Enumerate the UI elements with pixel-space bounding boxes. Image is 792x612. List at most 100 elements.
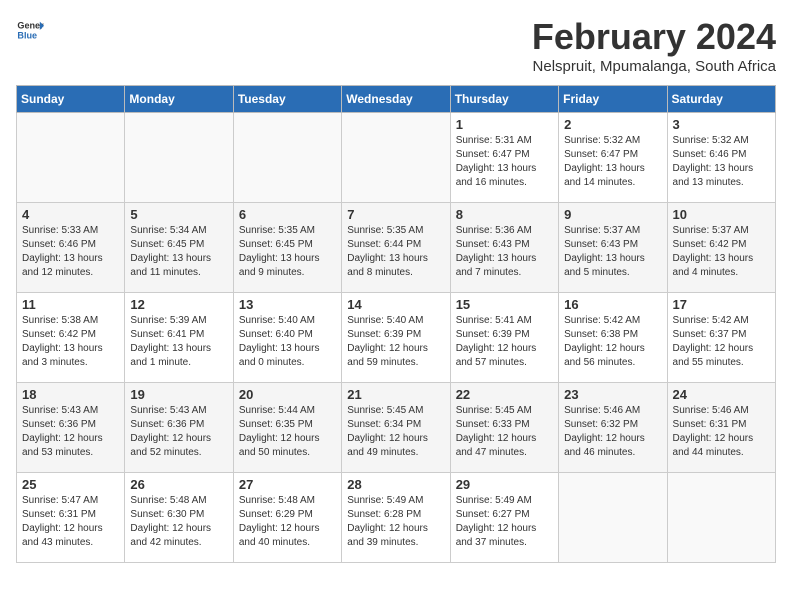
calendar-cell: 4Sunrise: 5:33 AM Sunset: 6:46 PM Daylig… xyxy=(17,203,125,293)
day-detail: Sunrise: 5:34 AM Sunset: 6:45 PM Dayligh… xyxy=(130,224,227,280)
day-number: 23 xyxy=(564,387,661,402)
day-detail: Sunrise: 5:33 AM Sunset: 6:46 PM Dayligh… xyxy=(22,224,119,280)
calendar-cell: 12Sunrise: 5:39 AM Sunset: 6:41 PM Dayli… xyxy=(125,293,233,383)
day-number: 21 xyxy=(347,387,444,402)
calendar-cell: 26 Sunrise: 5:48 AM Sunset: 6:30 PM Dayli… xyxy=(125,473,233,563)
calendar-cell: 11 Sunrise: 5:38 AM Sunset: 6:42 PM Dayli… xyxy=(17,293,125,383)
calendar-cell: 29 Sunrise: 5:49 AM Sunset: 6:27 PM Dayli… xyxy=(450,473,558,563)
day-number: 26 xyxy=(130,477,227,492)
calendar-cell: 14 Sunrise: 5:40 AM Sunset: 6:39 PM Dayli… xyxy=(342,293,450,383)
day-number: 15 xyxy=(456,297,553,312)
calendar-cell: 2 Sunrise: 5:32 AM Sunset: 6:47 PM Daylig… xyxy=(559,113,667,203)
calendar-week-row: 18 Sunrise: 5:43 AM Sunset: 6:36 PM Dayli… xyxy=(17,383,776,473)
day-detail: Sunrise: 5:44 AM Sunset: 6:35 PM Dayligh… xyxy=(239,404,336,460)
day-number: 22 xyxy=(456,387,553,402)
calendar-cell xyxy=(233,113,341,203)
calendar-cell: 19Sunrise: 5:43 AM Sunset: 6:36 PM Dayli… xyxy=(125,383,233,473)
calendar-cell: 6 Sunrise: 5:35 AM Sunset: 6:45 PM Daylig… xyxy=(233,203,341,293)
header: General Blue February 2024 Nelspruit, Mp… xyxy=(16,16,776,75)
day-detail: Sunrise: 5:42 AM Sunset: 6:37 PM Dayligh… xyxy=(673,314,770,370)
weekday-header: Saturday xyxy=(667,86,775,113)
calendar-cell: 18 Sunrise: 5:43 AM Sunset: 6:36 PM Dayli… xyxy=(17,383,125,473)
day-number: 14 xyxy=(347,297,444,312)
calendar-body: 1Sunrise: 5:31 AM Sunset: 6:47 PM Daylig… xyxy=(17,113,776,563)
day-detail: Sunrise: 5:42 AM Sunset: 6:38 PM Dayligh… xyxy=(564,314,661,370)
calendar-cell: 9 Sunrise: 5:37 AM Sunset: 6:43 PM Daylig… xyxy=(559,203,667,293)
day-detail: Sunrise: 5:35 AM Sunset: 6:45 PM Dayligh… xyxy=(239,224,336,280)
weekday-header: Thursday xyxy=(450,86,558,113)
calendar-week-row: 4Sunrise: 5:33 AM Sunset: 6:46 PM Daylig… xyxy=(17,203,776,293)
calendar-cell: 21 Sunrise: 5:45 AM Sunset: 6:34 PM Dayli… xyxy=(342,383,450,473)
weekday-header: Tuesday xyxy=(233,86,341,113)
day-detail: Sunrise: 5:32 AM Sunset: 6:47 PM Dayligh… xyxy=(564,134,661,190)
day-detail: Sunrise: 5:37 AM Sunset: 6:43 PM Dayligh… xyxy=(564,224,661,280)
day-number: 29 xyxy=(456,477,553,492)
day-detail: Sunrise: 5:40 AM Sunset: 6:39 PM Dayligh… xyxy=(347,314,444,370)
calendar-cell: 7 Sunrise: 5:35 AM Sunset: 6:44 PM Daylig… xyxy=(342,203,450,293)
calendar-cell: 27Sunrise: 5:48 AM Sunset: 6:29 PM Dayli… xyxy=(233,473,341,563)
day-detail: Sunrise: 5:39 AM Sunset: 6:41 PM Dayligh… xyxy=(130,314,227,370)
calendar-cell: 1Sunrise: 5:31 AM Sunset: 6:47 PM Daylig… xyxy=(450,113,558,203)
calendar-cell: 16 Sunrise: 5:42 AM Sunset: 6:38 PM Dayli… xyxy=(559,293,667,383)
day-detail: Sunrise: 5:48 AM Sunset: 6:30 PM Dayligh… xyxy=(130,494,227,550)
day-number: 10 xyxy=(673,207,770,222)
calendar-week-row: 11 Sunrise: 5:38 AM Sunset: 6:42 PM Dayli… xyxy=(17,293,776,383)
day-detail: Sunrise: 5:47 AM Sunset: 6:31 PM Dayligh… xyxy=(22,494,119,550)
day-detail: Sunrise: 5:43 AM Sunset: 6:36 PM Dayligh… xyxy=(22,404,119,460)
day-number: 24 xyxy=(673,387,770,402)
calendar-week-row: 25Sunrise: 5:47 AM Sunset: 6:31 PM Dayli… xyxy=(17,473,776,563)
calendar-cell: 20 Sunrise: 5:44 AM Sunset: 6:35 PM Dayli… xyxy=(233,383,341,473)
day-number: 20 xyxy=(239,387,336,402)
calendar-cell: 24 Sunrise: 5:46 AM Sunset: 6:31 PM Dayli… xyxy=(667,383,775,473)
day-detail: Sunrise: 5:31 AM Sunset: 6:47 PM Dayligh… xyxy=(456,134,553,190)
calendar-cell: 23Sunrise: 5:46 AM Sunset: 6:32 PM Dayli… xyxy=(559,383,667,473)
day-number: 9 xyxy=(564,207,661,222)
day-detail: Sunrise: 5:37 AM Sunset: 6:42 PM Dayligh… xyxy=(673,224,770,280)
calendar-cell: 8 Sunrise: 5:36 AM Sunset: 6:43 PM Daylig… xyxy=(450,203,558,293)
day-detail: Sunrise: 5:40 AM Sunset: 6:40 PM Dayligh… xyxy=(239,314,336,370)
calendar-cell xyxy=(559,473,667,563)
calendar-cell xyxy=(17,113,125,203)
day-detail: Sunrise: 5:49 AM Sunset: 6:27 PM Dayligh… xyxy=(456,494,553,550)
day-detail: Sunrise: 5:45 AM Sunset: 6:34 PM Dayligh… xyxy=(347,404,444,460)
weekday-header: Friday xyxy=(559,86,667,113)
logo-icon: General Blue xyxy=(16,16,44,44)
calendar-cell xyxy=(667,473,775,563)
calendar-cell: 3 Sunrise: 5:32 AM Sunset: 6:46 PM Daylig… xyxy=(667,113,775,203)
day-number: 13 xyxy=(239,297,336,312)
day-detail: Sunrise: 5:38 AM Sunset: 6:42 PM Dayligh… xyxy=(22,314,119,370)
weekday-header: Monday xyxy=(125,86,233,113)
day-detail: Sunrise: 5:32 AM Sunset: 6:46 PM Dayligh… xyxy=(673,134,770,190)
day-detail: Sunrise: 5:35 AM Sunset: 6:44 PM Dayligh… xyxy=(347,224,444,280)
day-number: 27 xyxy=(239,477,336,492)
calendar-table: SundayMondayTuesdayWednesdayThursdayFrid… xyxy=(16,85,776,563)
calendar-cell: 13 Sunrise: 5:40 AM Sunset: 6:40 PM Dayli… xyxy=(233,293,341,383)
day-number: 6 xyxy=(239,207,336,222)
calendar-cell: 15Sunrise: 5:41 AM Sunset: 6:39 PM Dayli… xyxy=(450,293,558,383)
day-number: 17 xyxy=(673,297,770,312)
calendar-cell: 22Sunrise: 5:45 AM Sunset: 6:33 PM Dayli… xyxy=(450,383,558,473)
title-area: February 2024 Nelspruit, Mpumalanga, Sou… xyxy=(532,16,776,75)
day-number: 19 xyxy=(130,387,227,402)
calendar-cell: 17 Sunrise: 5:42 AM Sunset: 6:37 PM Dayli… xyxy=(667,293,775,383)
day-detail: Sunrise: 5:49 AM Sunset: 6:28 PM Dayligh… xyxy=(347,494,444,550)
calendar-header-row: SundayMondayTuesdayWednesdayThursdayFrid… xyxy=(17,86,776,113)
weekday-header: Sunday xyxy=(17,86,125,113)
day-number: 11 xyxy=(22,297,119,312)
day-number: 3 xyxy=(673,117,770,132)
calendar-cell: 25Sunrise: 5:47 AM Sunset: 6:31 PM Dayli… xyxy=(17,473,125,563)
day-number: 8 xyxy=(456,207,553,222)
weekday-header: Wednesday xyxy=(342,86,450,113)
calendar-week-row: 1Sunrise: 5:31 AM Sunset: 6:47 PM Daylig… xyxy=(17,113,776,203)
day-number: 16 xyxy=(564,297,661,312)
day-detail: Sunrise: 5:36 AM Sunset: 6:43 PM Dayligh… xyxy=(456,224,553,280)
month-title: February 2024 xyxy=(532,16,776,58)
day-number: 2 xyxy=(564,117,661,132)
logo: General Blue xyxy=(16,16,44,44)
day-number: 18 xyxy=(22,387,119,402)
day-number: 7 xyxy=(347,207,444,222)
calendar-cell xyxy=(125,113,233,203)
calendar-cell xyxy=(342,113,450,203)
day-detail: Sunrise: 5:46 AM Sunset: 6:31 PM Dayligh… xyxy=(673,404,770,460)
svg-text:Blue: Blue xyxy=(17,30,37,40)
